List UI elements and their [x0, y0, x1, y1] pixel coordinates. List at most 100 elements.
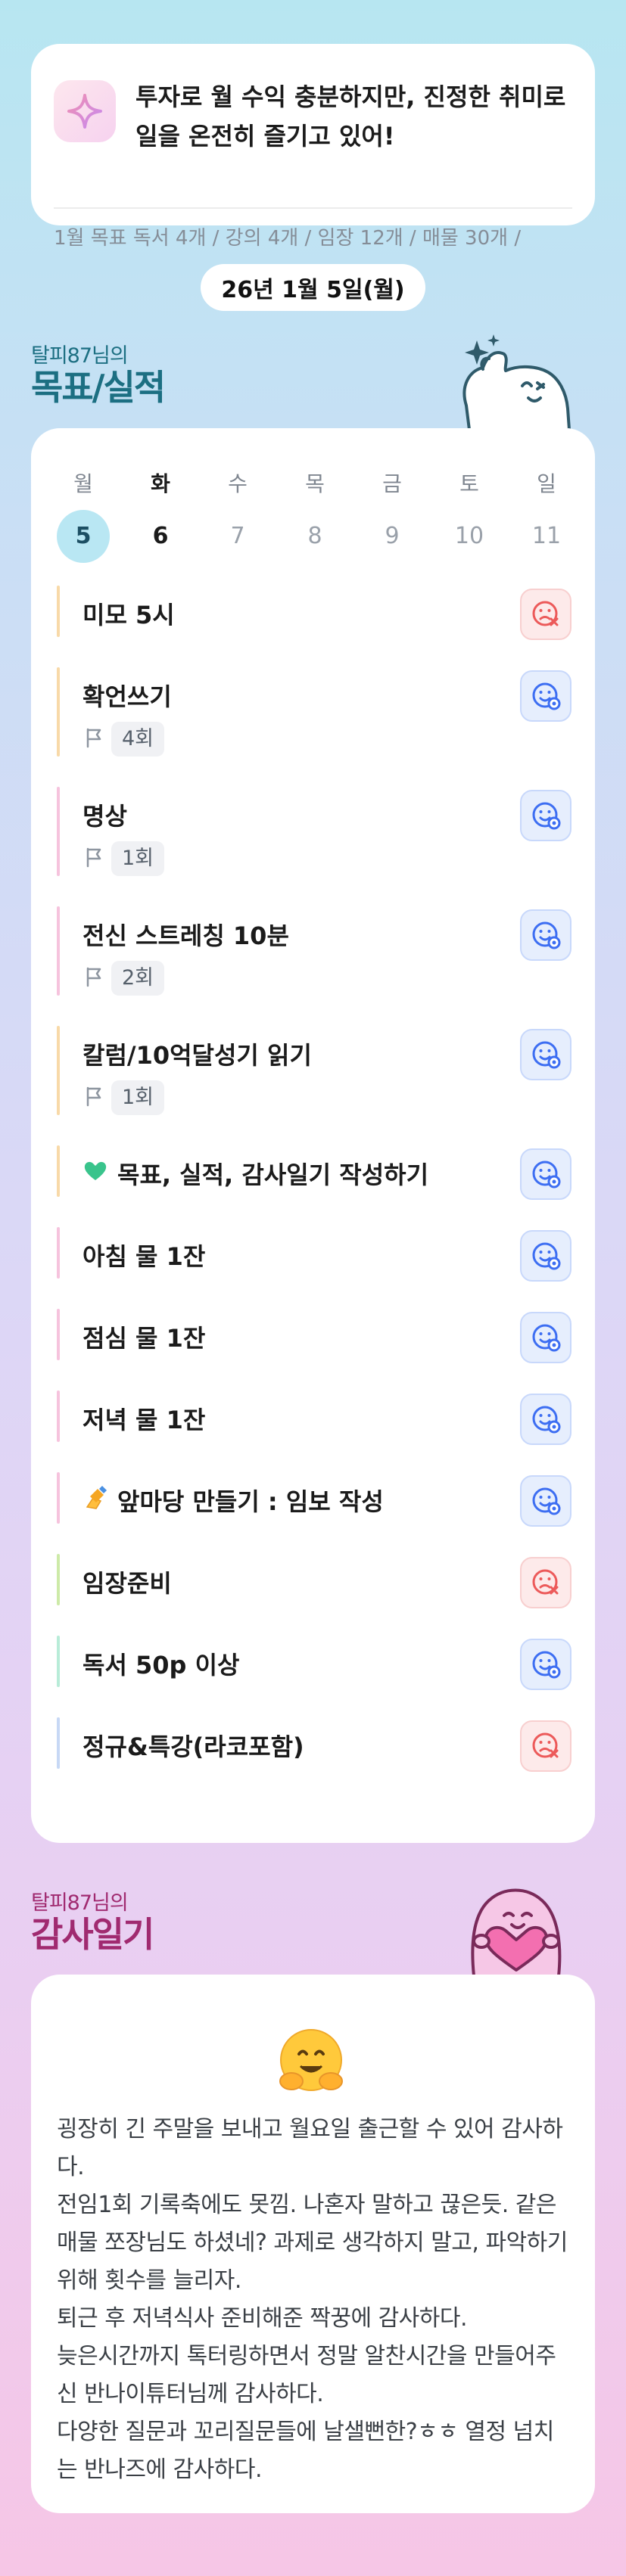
- status-done-smile-icon[interactable]: [520, 790, 571, 841]
- status-done-smile-icon[interactable]: [520, 909, 571, 961]
- task-row[interactable]: 미모 5시: [57, 586, 571, 646]
- weekday-sat: 토: [459, 471, 479, 496]
- task-name: 전신 스트레칭 10분: [83, 917, 289, 952]
- weekday-mon: 월: [73, 471, 93, 496]
- task-name: 아침 물 1잔: [83, 1238, 205, 1272]
- date-tue[interactable]: 6: [134, 510, 187, 563]
- task-label: 아침 물 1잔: [83, 1242, 206, 1271]
- task-count: 4회: [83, 720, 165, 758]
- green-heart-icon: [83, 1157, 108, 1189]
- weekday-thu: 목: [305, 471, 325, 496]
- task-count: 1회: [83, 840, 165, 878]
- task-label: 확언쓰기: [83, 682, 172, 711]
- task-label: 앞마당 만들기 : 임보 작성: [117, 1487, 384, 1516]
- date-sat[interactable]: 10: [443, 510, 496, 563]
- task-row[interactable]: 정규&특강(라코포함): [57, 1717, 571, 1778]
- task-color-bar: [57, 586, 60, 637]
- task-label: 칼럼/10억달성기 읽기: [83, 1041, 312, 1070]
- task-color-bar: [57, 1227, 60, 1279]
- date-thu[interactable]: 8: [288, 510, 341, 563]
- task-row[interactable]: 칼럼/10억달성기 읽기 1회: [57, 1026, 571, 1124]
- weekday-sun: 일: [537, 471, 556, 496]
- section-title-goals: 목표/실적: [31, 367, 166, 408]
- hugging-face-emoji: [279, 2029, 343, 2091]
- count-pill: 4회: [111, 722, 165, 757]
- task-row[interactable]: 앞마당 만들기 : 임보 작성: [57, 1472, 571, 1533]
- task-row[interactable]: 확언쓰기 4회: [57, 667, 571, 766]
- task-name: 점심 물 1잔: [83, 1319, 205, 1354]
- task-name: 정규&특강(라코포함): [83, 1728, 304, 1763]
- gratitude-diary-card[interactable]: 굉장히 긴 주말을 보내고 월요일 출근할 수 있어 감사하다. 전임1회 기록…: [31, 1975, 595, 2513]
- diary-text: 굉장히 긴 주말을 보내고 월요일 출근할 수 있어 감사하다. 전임1회 기록…: [57, 2116, 568, 2483]
- task-label: 미모 5시: [83, 601, 175, 629]
- section-title-diary: 감사일기: [31, 1914, 154, 1955]
- task-row[interactable]: 저녁 물 1잔: [57, 1391, 571, 1451]
- task-color-bar: [57, 1026, 60, 1115]
- task-color-bar: [57, 667, 60, 757]
- task-name: 저녁 물 1잔: [83, 1401, 205, 1436]
- task-name: 독서 50p 이상: [83, 1646, 239, 1681]
- thumbs-up-character-illustration: [462, 334, 571, 430]
- task-label: 독서 50p 이상: [83, 1651, 240, 1680]
- flag-icon: [83, 845, 107, 872]
- task-color-bar: [57, 1636, 60, 1687]
- task-color-bar: [57, 787, 60, 876]
- count-pill: 1회: [111, 841, 165, 876]
- task-name: 칼럼/10억달성기 읽기: [83, 1036, 312, 1071]
- monthly-goal-card[interactable]: 투자로 월 수익 충분하지만, 진정한 취미로 일을 온전히 즐기고 있어! 1…: [31, 44, 595, 250]
- task-label: 정규&특강(라코포함): [83, 1732, 304, 1761]
- date-selector[interactable]: 26년 1월 5일(월): [201, 264, 425, 311]
- date-fri[interactable]: 9: [366, 510, 419, 563]
- heart-character-illustration: [471, 1888, 562, 1976]
- task-color-bar: [57, 1717, 60, 1769]
- goal-statement: 투자로 월 수익 충분하지만, 진정한 취미로 일을 온전히 즐기고 있어!: [135, 82, 566, 151]
- goals-checklist-card: 월 화 수 목 금 토 일 5 6 7 8 9 10 11 미모 5시확언쓰기 4…: [31, 428, 595, 1843]
- date-mon[interactable]: 5: [57, 510, 110, 563]
- status-missed-sad-icon[interactable]: [520, 1720, 571, 1772]
- task-row[interactable]: 임장준비: [57, 1554, 571, 1614]
- status-missed-sad-icon[interactable]: [520, 589, 571, 640]
- task-row[interactable]: 전신 스트레칭 10분 2회: [57, 906, 571, 1005]
- task-count: 2회: [83, 959, 165, 997]
- status-done-smile-icon[interactable]: [520, 1312, 571, 1363]
- task-color-bar: [57, 1391, 60, 1442]
- status-done-smile-icon[interactable]: [520, 670, 571, 722]
- count-pill: 2회: [111, 961, 165, 996]
- status-done-smile-icon[interactable]: [520, 1230, 571, 1282]
- date-sun[interactable]: 11: [520, 510, 573, 563]
- divider: [54, 207, 572, 209]
- weekday-wed: 수: [228, 471, 248, 496]
- task-row[interactable]: 아침 물 1잔: [57, 1227, 571, 1288]
- status-done-smile-icon[interactable]: [520, 1475, 571, 1527]
- task-row[interactable]: 독서 50p 이상: [57, 1636, 571, 1696]
- task-label: 점심 물 1잔: [83, 1324, 206, 1353]
- flag-icon: [83, 965, 107, 992]
- flag-icon: [83, 726, 107, 753]
- status-done-smile-icon[interactable]: [520, 1639, 571, 1690]
- task-name: 명상: [83, 797, 127, 832]
- task-name: 목표, 실적, 감사일기 작성하기: [83, 1156, 428, 1191]
- task-row[interactable]: 점심 물 1잔: [57, 1309, 571, 1369]
- task-label: 저녁 물 1잔: [83, 1406, 206, 1434]
- weekday-fri: 금: [382, 471, 402, 496]
- task-label: 전신 스트레칭 10분: [83, 921, 289, 950]
- status-done-smile-icon[interactable]: [520, 1029, 571, 1080]
- status-done-smile-icon[interactable]: [520, 1148, 571, 1200]
- task-color-bar: [57, 1145, 60, 1197]
- task-count: 1회: [83, 1079, 165, 1117]
- task-color-bar: [57, 906, 60, 996]
- writing-hand-icon: [83, 1484, 108, 1516]
- task-row[interactable]: 목표, 실적, 감사일기 작성하기: [57, 1145, 571, 1206]
- task-color-bar: [57, 1472, 60, 1524]
- task-label: 목표, 실적, 감사일기 작성하기: [117, 1161, 429, 1189]
- task-color-bar: [57, 1309, 60, 1360]
- date-wed[interactable]: 7: [211, 510, 264, 563]
- weekday-tue: 화: [151, 471, 170, 496]
- task-name: 임장준비: [83, 1565, 172, 1599]
- status-done-smile-icon[interactable]: [520, 1394, 571, 1445]
- task-row[interactable]: 명상 1회: [57, 787, 571, 885]
- task-name: 확언쓰기: [83, 678, 172, 713]
- task-name: 앞마당 만들기 : 임보 작성: [83, 1483, 384, 1518]
- count-pill: 1회: [111, 1080, 165, 1115]
- status-missed-sad-icon[interactable]: [520, 1557, 571, 1608]
